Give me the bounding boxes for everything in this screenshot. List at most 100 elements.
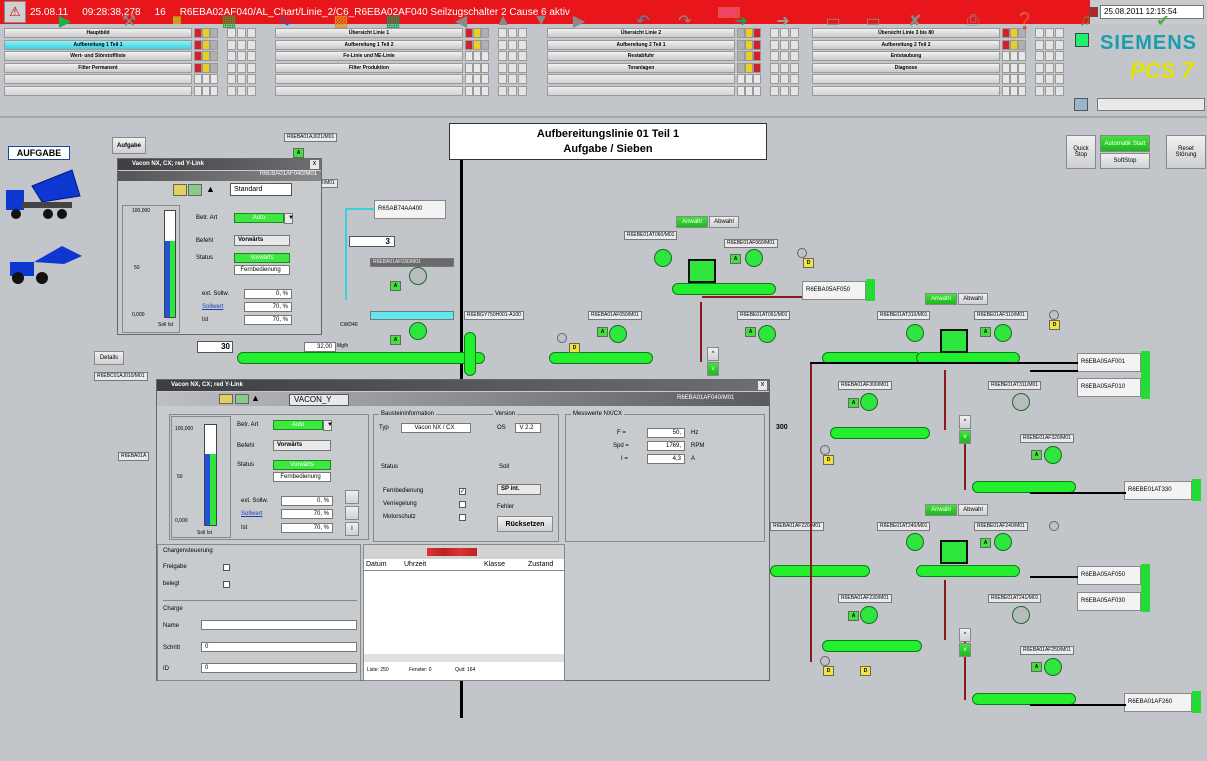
motor-icon[interactable] [906, 533, 924, 551]
nav-square[interactable] [247, 51, 256, 61]
nav-square[interactable] [237, 51, 246, 61]
tag-label[interactable]: R6EBE01AT060/M01 [624, 231, 678, 240]
play-icon[interactable]: ▶ [52, 8, 78, 34]
target-box[interactable]: R6EBA05AF050 [802, 281, 866, 300]
betrart-value[interactable]: Auto [273, 420, 323, 430]
nav-square[interactable] [227, 39, 236, 50]
anwahl-button[interactable]: Anwahl [925, 293, 957, 305]
window-title[interactable]: Vacon NX, CX; red Y-Link [118, 159, 321, 170]
up-arrow-button[interactable]: ^ [959, 628, 971, 642]
nav-square[interactable] [790, 74, 799, 84]
nav-square[interactable] [1035, 85, 1044, 96]
nav-square[interactable] [1055, 62, 1064, 73]
nav-square[interactable] [518, 74, 527, 84]
nav-button[interactable] [547, 85, 735, 96]
motor-icon[interactable] [860, 606, 878, 624]
login-icon[interactable]: ➜ [728, 8, 754, 34]
nav-square[interactable] [518, 51, 527, 61]
sp-select[interactable]: SP int. [497, 484, 541, 495]
side-button[interactable] [345, 506, 359, 520]
motor-icon[interactable] [906, 324, 924, 342]
nav-square[interactable] [770, 62, 779, 73]
nav-square[interactable] [1045, 85, 1054, 96]
target-box[interactable]: R6EBA05AF001 [1077, 353, 1141, 372]
motor-icon[interactable] [860, 393, 878, 411]
sieve-icon[interactable] [688, 259, 716, 283]
nav-square[interactable] [237, 62, 246, 73]
nav-button[interactable]: Restabfuhr [547, 51, 735, 61]
copy-icon[interactable]: ▭ [820, 8, 846, 34]
motor-icon[interactable] [1012, 393, 1030, 411]
nav-square[interactable] [498, 85, 507, 96]
help-icon[interactable]: ❓ [1012, 8, 1038, 34]
freigabe-checkbox[interactable] [223, 564, 230, 571]
tag-label[interactable]: R6EBA01AF250/M01 [1020, 646, 1074, 655]
nav-button[interactable] [812, 85, 1000, 96]
motor-icon[interactable] [1012, 606, 1030, 624]
nav-square[interactable] [770, 39, 779, 50]
tag-label[interactable]: R6EBE01AF240/M01 [974, 522, 1028, 531]
target-box[interactable]: R6EBA05AF050 [1077, 566, 1141, 585]
tag-label[interactable]: R6EBE01AT061/M01 [737, 311, 791, 320]
window-title[interactable]: Vacon NX, CX; red Y-Link [157, 380, 769, 391]
befehl-value[interactable]: Vorwärts [234, 235, 290, 246]
back-icon[interactable]: ↶ [630, 8, 656, 34]
motor-icon[interactable] [745, 249, 763, 267]
config-icon[interactable] [188, 184, 202, 196]
nav-button[interactable]: Aufbereitung 2 Teil 2 [812, 39, 1000, 50]
tag-label[interactable]: R6EBE01AF320/M01 [1020, 434, 1074, 443]
config-icon[interactable] [235, 394, 249, 404]
nav-button[interactable]: Fe-Linie und NE-Linie [275, 51, 463, 61]
id-input[interactable]: 0 [201, 663, 357, 673]
nav-square[interactable] [770, 85, 779, 96]
nav-square[interactable] [790, 39, 799, 50]
horizontal-scrollbar[interactable] [364, 654, 564, 662]
motor-icon[interactable] [654, 249, 672, 267]
tag-label[interactable]: R6EBA01AF220/M01 [770, 522, 824, 531]
down-arrow-button[interactable]: v [959, 430, 971, 444]
abwahl-button[interactable]: Abwahl [709, 216, 739, 228]
nav-square[interactable] [1045, 39, 1054, 50]
nav-square[interactable] [790, 85, 799, 96]
tag-label[interactable]: R6EBA01AF050/M01 [588, 311, 642, 320]
nav-square[interactable] [498, 62, 507, 73]
sensor-icon[interactable] [1049, 310, 1059, 320]
nav-button[interactable] [812, 74, 1000, 84]
nav-square[interactable] [780, 74, 789, 84]
nav-square[interactable] [247, 74, 256, 84]
nav-square[interactable] [1035, 39, 1044, 50]
nav-square[interactable] [247, 62, 256, 73]
nav-square[interactable] [227, 51, 236, 61]
tag-label[interactable]: R6EBA01A [118, 452, 150, 461]
tag-label-cyan[interactable] [370, 311, 454, 320]
tag-label[interactable]: R6EBA01AF030/M01 [370, 258, 454, 267]
conveyor-vertical[interactable] [464, 332, 476, 376]
down-arrow-button[interactable]: v [707, 362, 719, 376]
nav-square[interactable] [790, 62, 799, 73]
close-icon[interactable]: x [758, 381, 767, 390]
tag-label[interactable]: R6EBA01AF230/M01 [838, 594, 892, 603]
folder-icon[interactable] [173, 184, 187, 196]
table-icon[interactable]: ▦ [216, 8, 242, 34]
nav-button[interactable]: Übersicht Linie 1 [275, 28, 463, 38]
nav-button[interactable] [275, 74, 463, 84]
motor-icon[interactable] [994, 533, 1012, 551]
nav-square[interactable] [780, 85, 789, 96]
down-arrow-button[interactable]: v [959, 643, 971, 657]
filter-icons[interactable] [427, 548, 477, 556]
belegt-checkbox[interactable] [223, 581, 230, 588]
col-klasse[interactable]: Klasse [484, 561, 528, 570]
nav-square[interactable] [227, 74, 236, 84]
tag-label[interactable]: R6EBA01AF300/M01 [838, 381, 892, 390]
bell-icon[interactable]: ▲ [206, 184, 218, 196]
sieve-icon[interactable] [940, 329, 968, 353]
sieve-icon[interactable] [940, 540, 968, 564]
nav-square[interactable] [780, 51, 789, 61]
motor-icon[interactable] [1044, 446, 1062, 464]
motor-icon[interactable] [758, 325, 776, 343]
nav-square[interactable] [247, 28, 256, 38]
automatik-start-button[interactable]: Automatik Start [1100, 135, 1150, 152]
nav-square[interactable] [1035, 74, 1044, 84]
tag-label[interactable]: R6EBC01AJ010/M01 [94, 372, 148, 381]
nav-button[interactable]: Aufbereitung 1 Teil 2 [275, 39, 463, 50]
